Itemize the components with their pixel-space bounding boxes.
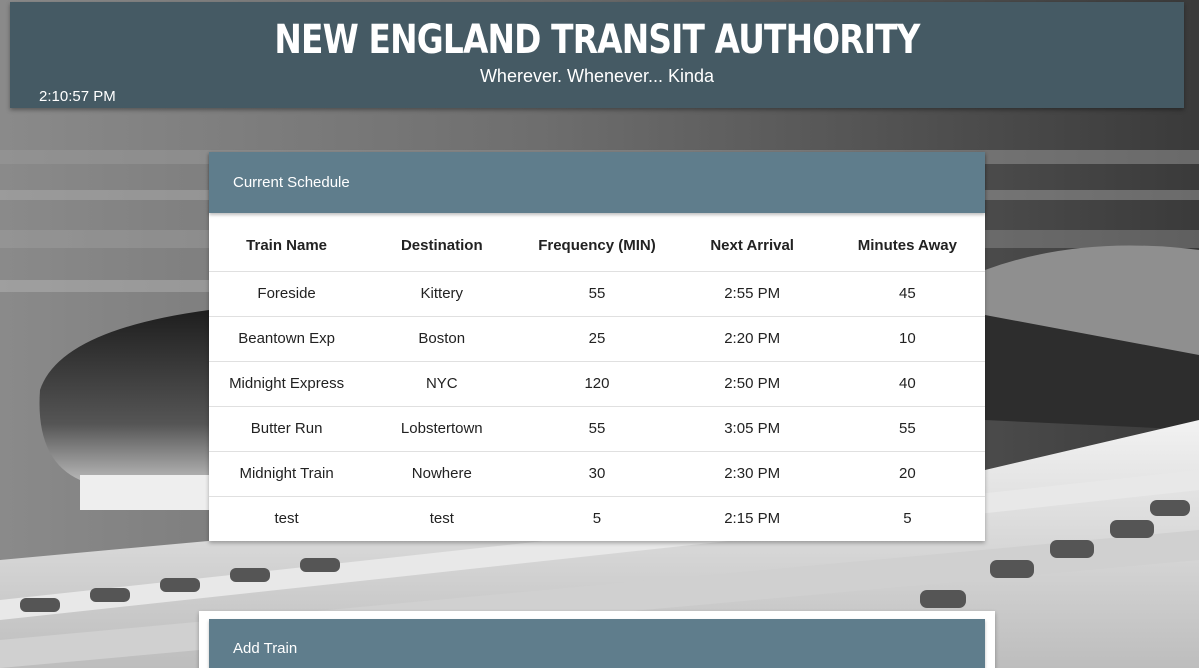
column-header-next-arrival: Next Arrival (674, 213, 830, 272)
cell-train-name: Beantown Exp (209, 316, 365, 362)
cell-minutes-away: 45 (829, 271, 985, 317)
site-tagline: Wherever. Whenever... Kinda (479, 66, 715, 86)
cell-next-arrival: 3:05 PM (674, 406, 830, 452)
cell-train-name: Butter Run (209, 406, 365, 452)
cell-next-arrival: 2:30 PM (674, 451, 830, 497)
cell-frequency: 55 (519, 271, 675, 317)
cell-minutes-away: 5 (903, 510, 912, 528)
cell-minutes-away: 55 (829, 406, 985, 452)
table-header-row: Train Name Destination Frequency (MIN) N… (209, 213, 985, 272)
column-header-destination: Destination (364, 213, 520, 272)
table-row: Foreside Kittery 55 2:55 PM 45 (209, 271, 985, 317)
column-header-train-name: Train Name (209, 213, 365, 272)
cell-train-name: Midnight Train (209, 451, 365, 497)
cell-frequency: 30 (519, 451, 675, 497)
cell-next-arrival: 2:20 PM (674, 316, 830, 362)
cell-destination: NYC (364, 361, 520, 407)
cell-train-name: Midnight Express (209, 361, 365, 407)
current-time: 2:10:57 PM (39, 88, 116, 105)
cell-train-name: Foreside (209, 271, 365, 317)
cell-minutes-away: 20 (829, 451, 985, 497)
site-title: NEW ENGLAND TRANSIT AUTHORITY (274, 17, 920, 63)
cell-next-arrival: 2:50 PM (674, 361, 830, 407)
cell-minutes-away: 40 (829, 361, 985, 407)
table-row: Midnight Train Nowhere 30 2:30 PM 20 (209, 451, 985, 497)
table-row: test test 5 2:15 PM 5 (209, 496, 985, 541)
cell-destination: Lobstertown (364, 406, 520, 452)
cell-destination: Kittery (364, 271, 520, 317)
table-row: Midnight Express NYC 120 2:50 PM 40 (209, 361, 985, 407)
cell-frequency: 120 (519, 361, 675, 407)
cell-frequency: 55 (519, 406, 675, 452)
schedule-card-header: Current Schedule (209, 152, 985, 213)
cell-destination: test (429, 510, 454, 528)
add-train-card-header: Add Train (209, 619, 985, 668)
cell-frequency: 25 (519, 316, 675, 362)
cell-next-arrival: 2:15 PM (724, 510, 781, 528)
table-row: Butter Run Lobstertown 55 3:05 PM 55 (209, 406, 985, 452)
cell-destination: Nowhere (364, 451, 520, 497)
cell-destination: Boston (364, 316, 520, 362)
cell-train-name: test (274, 510, 299, 528)
column-header-minutes-away: Minutes Away (829, 213, 985, 272)
cell-minutes-away: 10 (829, 316, 985, 362)
column-header-frequency: Frequency (MIN) (519, 213, 675, 272)
cell-next-arrival: 2:55 PM (674, 271, 830, 317)
table-row: Beantown Exp Boston 25 2:20 PM 10 (209, 316, 985, 362)
site-header: NEW ENGLAND TRANSIT AUTHORITY Wherever. … (10, 2, 1184, 108)
schedule-card: Current Schedule Train Name Destination … (209, 152, 985, 541)
add-train-card: Add Train (199, 611, 995, 668)
schedule-table: Train Name Destination Frequency (MIN) N… (209, 213, 985, 541)
cell-frequency: 5 (592, 510, 602, 528)
